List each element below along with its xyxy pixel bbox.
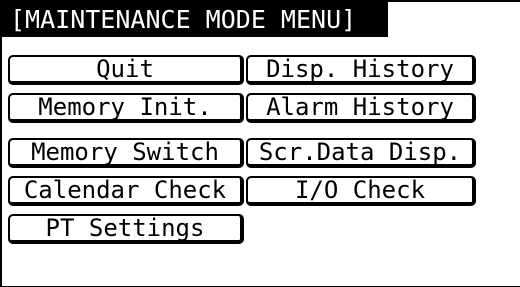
menu-title: [MAINTENANCE MODE MENU] xyxy=(2,2,388,37)
quit-button[interactable]: Quit xyxy=(8,55,244,85)
pt-settings-button[interactable]: PT Settings xyxy=(8,214,244,244)
memory-switch-button[interactable]: Memory Switch xyxy=(8,138,244,168)
maintenance-screen: [MAINTENANCE MODE MENU] Quit Disp. Histo… xyxy=(0,0,520,287)
memory-init-button[interactable]: Memory Init. xyxy=(8,93,244,123)
scr-data-disp-button[interactable]: Scr.Data Disp. xyxy=(246,138,476,168)
disp-history-button[interactable]: Disp. History xyxy=(246,55,476,85)
io-check-button[interactable]: I/O Check xyxy=(246,176,476,206)
alarm-history-button[interactable]: Alarm History xyxy=(246,93,476,123)
calendar-check-button[interactable]: Calendar Check xyxy=(8,176,244,206)
